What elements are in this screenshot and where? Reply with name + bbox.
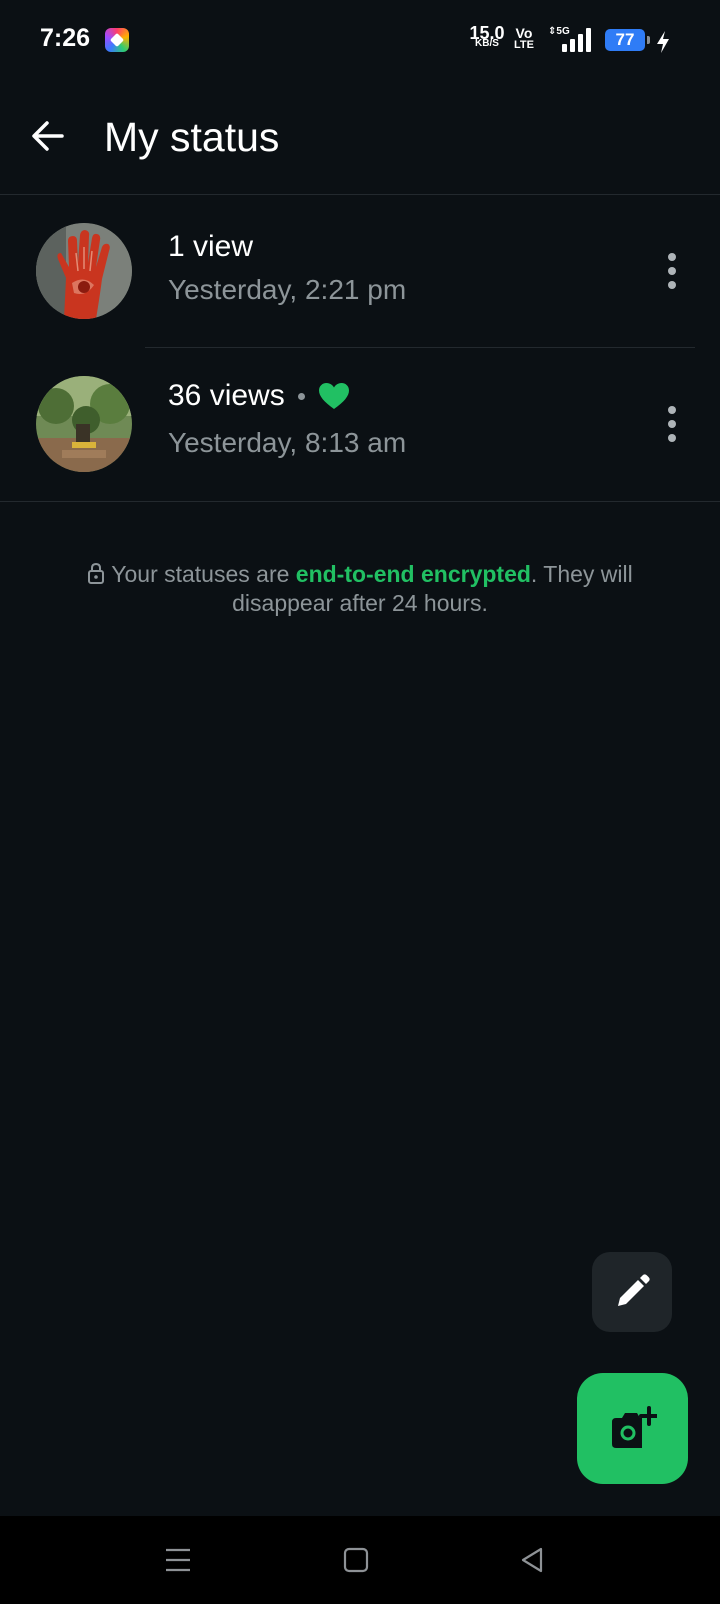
network-speed: 15.0 KB/S — [468, 24, 506, 49]
status-views-label: 1 view — [168, 230, 254, 263]
dot — [668, 253, 676, 261]
signal-strength-icon: ⇕5G — [548, 26, 596, 54]
shrine-image — [36, 376, 132, 472]
back-button[interactable] — [26, 114, 70, 158]
encryption-link[interactable]: end-to-end encrypted — [296, 561, 531, 587]
encryption-text-prefix: Your statuses are — [111, 561, 296, 587]
status-item[interactable]: 36 views Yesterday, 8:13 am — [0, 349, 720, 499]
more-options-button[interactable] — [654, 394, 690, 454]
menu-lines-icon — [166, 1548, 190, 1572]
clock: 7:26 — [40, 24, 91, 52]
heart-icon — [318, 383, 349, 409]
battery-icon: 77 — [605, 29, 650, 51]
status-views: 36 views — [168, 379, 350, 413]
system-navigation-bar — [0, 1516, 720, 1604]
more-options-button[interactable] — [654, 241, 690, 301]
recents-button[interactable] — [156, 1538, 200, 1582]
app-bar: My status — [0, 84, 720, 194]
dot — [668, 434, 676, 442]
app-notification-icon — [105, 28, 129, 52]
signal-label: ⇕5G — [548, 26, 570, 37]
camera-plus-icon — [611, 1405, 657, 1448]
row-divider — [145, 347, 695, 348]
dot — [668, 281, 676, 289]
square-icon — [343, 1547, 369, 1573]
status-item[interactable]: 1 view Yesterday, 2:21 pm — [0, 196, 720, 346]
triangle-back-icon — [521, 1547, 543, 1573]
status-views-label: 36 views — [168, 379, 285, 412]
charging-bolt-icon — [657, 31, 669, 53]
status-bar: 7:26 15.0 KB/S Vo LTE ⇕5G 77 — [0, 0, 720, 84]
status-thumbnail[interactable] — [36, 223, 132, 319]
arrow-left-icon — [32, 121, 64, 151]
henna-hand-image — [36, 223, 132, 319]
text-status-button[interactable] — [592, 1252, 672, 1332]
dot — [668, 406, 676, 414]
volte-indicator: Vo LTE — [514, 25, 534, 52]
status-time: Yesterday, 8:13 am — [168, 427, 407, 458]
status-time: Yesterday, 2:21 pm — [168, 274, 407, 305]
separator-dot — [297, 392, 305, 400]
status-views: 1 view — [168, 230, 253, 264]
camera-status-button[interactable] — [577, 1373, 688, 1484]
lock-icon — [88, 562, 105, 584]
pencil-icon — [618, 1274, 650, 1306]
volte-top: Vo — [515, 25, 533, 41]
volte-bottom: LTE — [514, 39, 534, 52]
list-divider — [0, 501, 720, 502]
encryption-notice: Your statuses are end-to-end encrypted. … — [60, 560, 660, 618]
header-divider — [0, 194, 720, 195]
home-button[interactable] — [334, 1538, 378, 1582]
signal-type: 5G — [556, 26, 570, 37]
page-title: My status — [104, 114, 280, 160]
status-thumbnail[interactable] — [36, 376, 132, 472]
dot — [668, 267, 676, 275]
dot — [668, 420, 676, 428]
nav-back-button[interactable] — [510, 1538, 554, 1582]
